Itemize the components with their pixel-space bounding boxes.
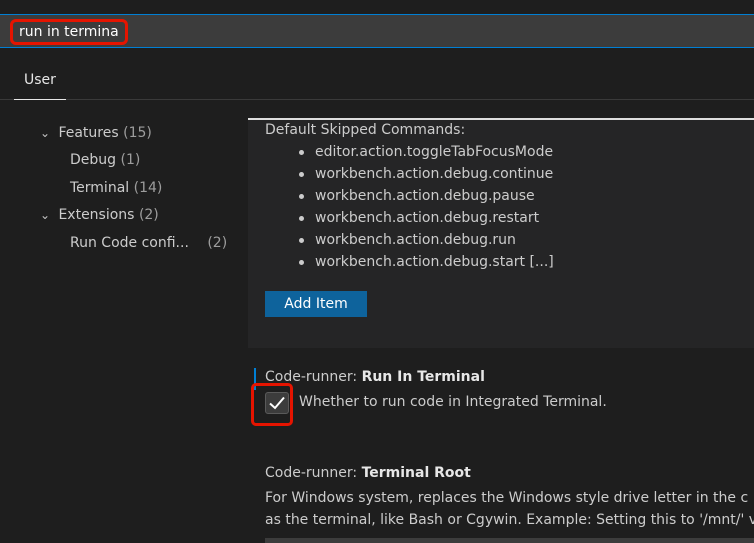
toc-item-features[interactable]: ⌄ Features (15) [40,120,152,146]
skipped-commands-list: editor.action.toggleTabFocusMode workben… [297,141,554,273]
list-item: workbench.action.debug.restart [297,207,554,229]
list-item: workbench.action.debug.pause [297,185,554,207]
chevron-down-icon: ⌄ [40,208,51,222]
toc-item-extensions[interactable]: ⌄ Extensions (2) [40,202,159,228]
terminal-root-description-line1: For Windows system, replaces the Windows… [265,490,749,506]
toc-item-run-code[interactable]: Run Code confi... (2) [70,230,227,256]
setting-category: Code-runner: [265,465,362,481]
toc-count: (14) [133,180,163,196]
search-bar [0,14,754,48]
toc-count: (15) [123,125,152,141]
toc-label: Run Code confi... [70,235,189,251]
tab-user[interactable]: User [14,70,66,100]
toc-count: (2) [207,235,228,251]
chevron-down-icon: ⌄ [40,126,51,140]
terminal-root-description-line2: as the terminal, like Bash or Cgywin. Ex… [265,512,754,528]
toc-item-terminal[interactable]: Terminal (14) [70,175,162,201]
run-in-terminal-description: Whether to run code in Integrated Termin… [299,394,607,410]
checkmark-icon [269,396,285,410]
settings-tabs: User [0,60,754,100]
settings-editor: User ⌄ Features (15) Debug (1) Terminal … [0,0,754,543]
setting-name: Terminal Root [361,465,471,481]
toc-item-debug[interactable]: Debug (1) [70,147,140,173]
toc-label: Features [58,125,119,141]
run-in-terminal-checkbox[interactable] [265,392,289,414]
toc-count: (2) [138,207,159,223]
list-item[interactable]: workbench.action.debug.start [...] [297,251,554,273]
toc-label: Terminal [70,180,130,196]
toc-count: (1) [120,152,141,168]
terminal-root-input[interactable] [265,538,754,543]
terminal-root-title: Code-runner: Terminal Root [265,463,471,483]
list-item: workbench.action.debug.run [297,229,554,251]
skipped-commands-label: Default Skipped Commands: [265,122,466,138]
toc-label: Debug [70,152,117,168]
setting-name: Run In Terminal [361,369,485,385]
list-item: workbench.action.debug.continue [297,163,554,185]
toc-label: Extensions [58,207,135,223]
run-in-terminal-title: Code-runner: Run In Terminal [265,367,485,387]
list-item: editor.action.toggleTabFocusMode [297,141,554,163]
add-item-button[interactable]: Add Item [265,291,367,317]
settings-search-input[interactable] [10,19,128,45]
tab-user-label: User [24,72,56,88]
